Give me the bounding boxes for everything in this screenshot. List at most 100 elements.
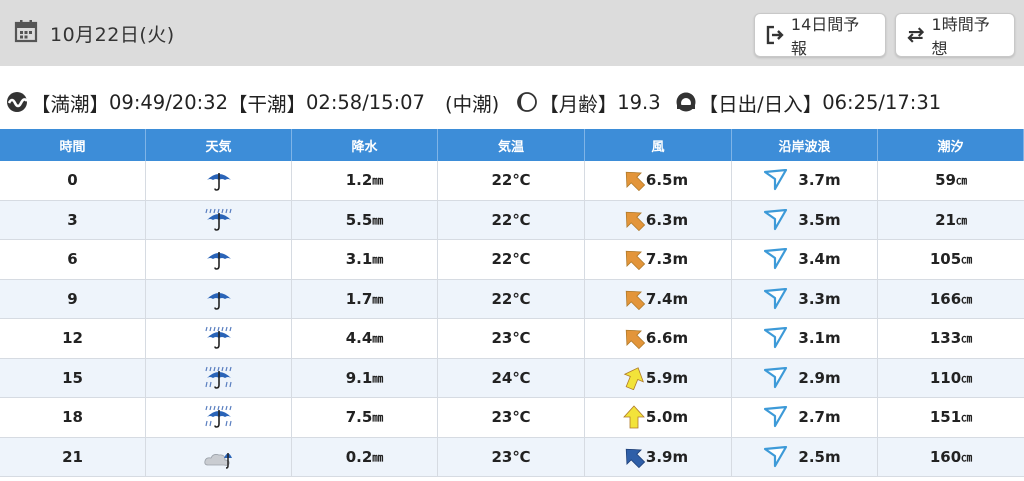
tide-value: 59 xyxy=(935,171,956,190)
table-row: 3 5.5 ㎜ 22℃ 6.3m 3.5m 21 ㎝ xyxy=(0,200,1024,240)
time-value: 9 xyxy=(67,289,78,308)
wave-value: 3.4m xyxy=(798,250,841,269)
cell-time: 6 xyxy=(0,240,146,279)
cell-wave: 3.1m xyxy=(732,319,878,358)
cell-wave: 2.9m xyxy=(732,358,878,397)
cell-tide: 105 ㎝ xyxy=(878,240,1024,279)
tide-unit: ㎝ xyxy=(961,411,973,425)
precip-unit: ㎜ xyxy=(372,371,384,385)
precip-value: 3.1 xyxy=(345,250,373,269)
wave-value: 3.5m xyxy=(798,210,841,229)
header-temp: 気温 xyxy=(438,129,585,161)
date-label: 10月22日(火) xyxy=(50,24,175,46)
exit-arrow-icon xyxy=(766,25,784,45)
cell-wave: 2.7m xyxy=(732,398,878,437)
wave-direction-icon xyxy=(764,248,788,270)
tide-unit: ㎝ xyxy=(961,332,973,346)
cell-temp: 24℃ xyxy=(438,358,585,397)
cell-time: 3 xyxy=(0,200,146,239)
temp-value: 22℃ xyxy=(491,289,531,308)
cell-temp: 22℃ xyxy=(438,240,585,279)
cell-temp: 22℃ xyxy=(438,279,585,318)
low-tide-times: 02:58/15:07 xyxy=(306,90,425,114)
forecast-14day-button[interactable]: 14日間予報 xyxy=(754,13,886,58)
table-row: 6 3.1 ㎜ 22℃ 7.3m 3.4m 105 ㎝ xyxy=(0,240,1024,280)
cell-precip: 1.7 ㎜ xyxy=(292,279,438,318)
top-bar: 10月22日(火) 14日間予報 1時間予想 xyxy=(0,0,1024,66)
umbrella-heavy-rain-icon xyxy=(204,406,232,429)
temp-value: 22℃ xyxy=(491,210,531,229)
wind-arrow-icon xyxy=(625,330,646,350)
time-value: 0 xyxy=(67,171,78,190)
wave-value: 2.9m xyxy=(798,368,841,387)
umbrella-icon xyxy=(206,252,231,271)
header-time: 時間 xyxy=(0,129,146,161)
tide-value: 133 xyxy=(929,329,962,348)
cell-weather xyxy=(146,319,292,358)
cell-wind: 7.3m xyxy=(585,240,732,279)
cell-wave: 3.3m xyxy=(732,279,878,318)
temp-value: 22℃ xyxy=(491,171,531,190)
precip-unit: ㎜ xyxy=(372,174,384,188)
precip-unit: ㎜ xyxy=(372,332,384,346)
tide-info-bar: 【満潮】 09:49/20:32 【干潮】 02:58/15:07 (中潮) 【… xyxy=(0,84,1024,120)
cell-wind: 7.4m xyxy=(585,279,732,318)
precip-unit: ㎜ xyxy=(372,411,384,425)
cell-wave: 3.7m xyxy=(732,161,878,200)
cell-tide: 160 ㎝ xyxy=(878,438,1024,477)
cell-wave: 2.5m xyxy=(732,437,878,476)
cell-tide: 59 ㎝ xyxy=(878,161,1024,200)
cell-time: 0 xyxy=(0,161,146,200)
wind-arrow-icon xyxy=(625,211,646,231)
moon-age-label: 【月齢】 xyxy=(539,92,618,116)
header-precip: 降水 xyxy=(292,129,438,161)
cell-weather xyxy=(146,161,292,200)
temp-value: 23℃ xyxy=(491,329,531,348)
cell-temp: 23℃ xyxy=(438,398,585,437)
wind-value: 6.3m xyxy=(645,210,689,229)
umbrella-icon xyxy=(206,291,231,310)
table-row: 21 0.2 ㎜ 23℃ 3.9m 2.5m 160 ㎝ xyxy=(0,437,1024,477)
precip-unit: ㎜ xyxy=(372,450,384,464)
wind-arrow-icon xyxy=(625,172,646,192)
wave-direction-icon xyxy=(764,169,788,191)
low-tide-label: 【干潮】 xyxy=(227,92,306,116)
sun-label: 【日出/日入】 xyxy=(698,92,823,116)
wind-value: 7.3m xyxy=(645,250,689,269)
high-tide-times: 09:49/20:32 xyxy=(109,90,228,114)
tide-type: (中潮) xyxy=(444,92,500,116)
precip-value: 9.1 xyxy=(345,368,373,387)
cell-weather xyxy=(146,398,292,437)
table-row: 9 1.7 ㎜ 22℃ 7.4m 3.3m 166 ㎝ xyxy=(0,279,1024,319)
forecast-1hour-button[interactable]: 1時間予想 xyxy=(895,13,1015,58)
cell-temp: 23℃ xyxy=(438,437,585,476)
umbrella-heavy-rain-icon xyxy=(204,366,232,389)
wind-value: 3.9m xyxy=(645,447,689,466)
header-wind: 風 xyxy=(585,129,732,161)
sun-times: 06:25/17:31 xyxy=(822,90,942,114)
table-row: 12 4.4 ㎜ 23℃ 6.6m 3.1m 133 ㎝ xyxy=(0,319,1024,359)
time-value: 12 xyxy=(62,329,83,348)
precip-unit: ㎜ xyxy=(372,213,384,227)
cell-wind: 6.5m xyxy=(585,161,732,200)
temp-value: 23℃ xyxy=(491,408,531,427)
cell-tide: 110 ㎝ xyxy=(878,359,1024,398)
cell-time: 15 xyxy=(0,358,146,397)
calendar-icon xyxy=(14,20,38,43)
wave-value: 2.5m xyxy=(798,447,841,466)
tide-value: 160 xyxy=(929,447,962,466)
tide-value: 166 xyxy=(929,289,962,308)
wave-value: 3.1m xyxy=(798,329,841,348)
cell-weather xyxy=(146,240,292,279)
sunrise-icon xyxy=(676,92,696,112)
wind-value: 6.6m xyxy=(645,329,689,348)
precip-unit: ㎜ xyxy=(372,253,384,267)
cell-tide: 133 ㎝ xyxy=(878,319,1024,358)
table-row: 15 9.1 ㎜ 24℃ 5.9m 2.9m 110 ㎝ xyxy=(0,358,1024,398)
precip-value: 5.5 xyxy=(345,210,373,229)
cell-tide: 151 ㎝ xyxy=(878,398,1024,437)
tide-unit: ㎝ xyxy=(955,213,967,227)
time-value: 15 xyxy=(62,368,83,387)
time-value: 21 xyxy=(62,447,83,466)
cell-precip: 4.4 ㎜ xyxy=(292,319,438,358)
